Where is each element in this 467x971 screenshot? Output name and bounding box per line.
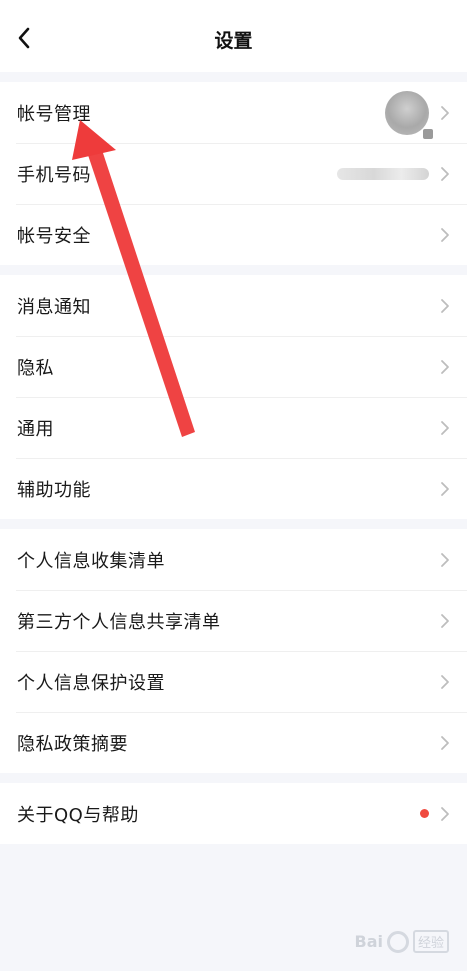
chevron-right-icon: [439, 419, 451, 437]
row-info-protection-settings[interactable]: 个人信息保护设置: [0, 651, 467, 712]
row-label: 第三方个人信息共享清单: [17, 611, 221, 633]
row-notifications[interactable]: 消息通知: [0, 275, 467, 336]
row-third-party-sharing-list[interactable]: 第三方个人信息共享清单: [0, 590, 467, 651]
chevron-right-icon: [439, 104, 451, 122]
row-about-qq-help[interactable]: 关于QQ与帮助: [0, 783, 467, 844]
chevron-right-icon: [439, 734, 451, 752]
chevron-right-icon: [439, 165, 451, 183]
row-label: 通用: [17, 418, 54, 440]
back-button[interactable]: [8, 22, 40, 54]
chevron-right-icon: [439, 673, 451, 691]
row-label: 手机号码: [17, 164, 91, 186]
notification-dot: [420, 809, 429, 818]
avatar: [385, 90, 433, 139]
chevron-right-icon: [439, 297, 451, 315]
chevron-right-icon: [439, 551, 451, 569]
blurred-phone-value: [337, 167, 429, 180]
watermark-brand: Bai: [354, 932, 383, 951]
general-group: 消息通知 隐私 通用 辅助功能: [0, 275, 467, 519]
chevron-right-icon: [439, 480, 451, 498]
chevron-right-icon: [439, 358, 451, 376]
chevron-left-icon: [18, 27, 30, 49]
row-info-collection-list[interactable]: 个人信息收集清单: [0, 529, 467, 590]
chevron-right-icon: [439, 226, 451, 244]
row-privacy-policy-summary[interactable]: 隐私政策摘要: [0, 712, 467, 773]
row-label: 个人信息收集清单: [17, 550, 165, 572]
row-label: 隐私: [17, 357, 54, 379]
row-phone-number[interactable]: 手机号码: [0, 143, 467, 204]
page-title: 设置: [214, 30, 253, 52]
row-label: 个人信息保护设置: [17, 672, 165, 694]
row-account-security[interactable]: 帐号安全: [0, 204, 467, 265]
row-label: 帐号安全: [17, 225, 91, 247]
paw-icon: [386, 930, 409, 953]
row-label: 隐私政策摘要: [17, 733, 128, 755]
account-group: 帐号管理 手机号码 帐号安全: [0, 82, 467, 265]
baidu-watermark: Bai 经验: [354, 930, 449, 953]
chevron-right-icon: [439, 612, 451, 630]
row-account-management[interactable]: 帐号管理: [0, 82, 467, 143]
nav-bar: 设置: [0, 0, 467, 72]
personal-info-group: 个人信息收集清单 第三方个人信息共享清单 个人信息保护设置 隐私政策摘要: [0, 529, 467, 773]
row-privacy[interactable]: 隐私: [0, 336, 467, 397]
row-label: 帐号管理: [17, 103, 91, 125]
row-accessibility[interactable]: 辅助功能: [0, 458, 467, 519]
row-label: 关于QQ与帮助: [17, 804, 139, 826]
row-label: 消息通知: [17, 296, 91, 318]
watermark-suffix: 经验: [412, 930, 449, 953]
chevron-right-icon: [439, 805, 451, 823]
settings-page: 设置 帐号管理 手机号码 帐号安全 消息通知 隐私 通用 辅助功能 个人信息收集…: [0, 0, 467, 971]
row-label: 辅助功能: [17, 479, 91, 501]
row-general[interactable]: 通用: [0, 397, 467, 458]
about-group: 关于QQ与帮助: [0, 783, 467, 844]
